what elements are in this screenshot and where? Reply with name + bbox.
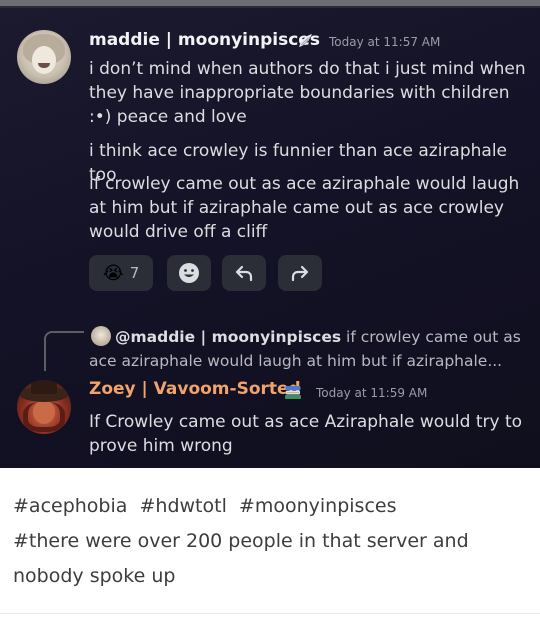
avatar-hat-crown	[31, 380, 57, 394]
timestamp-maddie: Today at 11:57 AM	[329, 35, 441, 49]
message-line-1: i don’t mind when authors do that i just…	[89, 59, 526, 127]
books-icon	[285, 386, 301, 399]
reply-icon	[235, 265, 253, 282]
forward-button[interactable]	[278, 255, 322, 291]
reply-message-text: If Crowley came out as ace Aziraphale wo…	[89, 412, 523, 456]
avatar-maddie[interactable]	[17, 30, 71, 84]
reply-preview[interactable]: @maddie | moonyinpisces if crowley came …	[89, 325, 529, 373]
chat-screenshot: maddie | moonyinpisces Today at 11:57 AM…	[0, 8, 540, 468]
crying-face-emoji: 😭	[102, 262, 124, 284]
reply-button[interactable]	[222, 255, 266, 291]
add-reaction-button[interactable]	[167, 255, 211, 291]
add-reaction-icon	[179, 263, 199, 283]
reply-connector	[44, 331, 84, 371]
message-line-3: if crowley came out as ace aziraphale wo…	[89, 174, 520, 242]
wing-icon	[299, 34, 312, 47]
top-border	[0, 0, 540, 8]
reaction-crying[interactable]: 😭 7	[89, 255, 153, 291]
reply-mention[interactable]: @maddie | moonyinpisces	[115, 328, 341, 346]
timestamp-zoey: Today at 11:59 AM	[316, 386, 428, 400]
avatar-face	[33, 400, 55, 424]
post-tags: #acephobia #hdwtotl #moonyinpisces #ther…	[13, 489, 533, 594]
tags-line-1[interactable]: #acephobia #hdwtotl #moonyinpisces	[13, 489, 533, 524]
author-name-maddie[interactable]: maddie | moonyinpisces	[89, 30, 320, 50]
avatar-zoey[interactable]	[17, 380, 71, 434]
avatar-face	[32, 46, 56, 74]
reaction-count: 7	[129, 264, 140, 282]
bottom-divider	[0, 613, 540, 614]
author-name-zoey[interactable]: Zoey | Vavoom-Sorted	[89, 379, 301, 399]
forward-icon	[291, 265, 309, 282]
tags-line-2[interactable]: #there were over 200 people in that serv…	[13, 524, 533, 594]
